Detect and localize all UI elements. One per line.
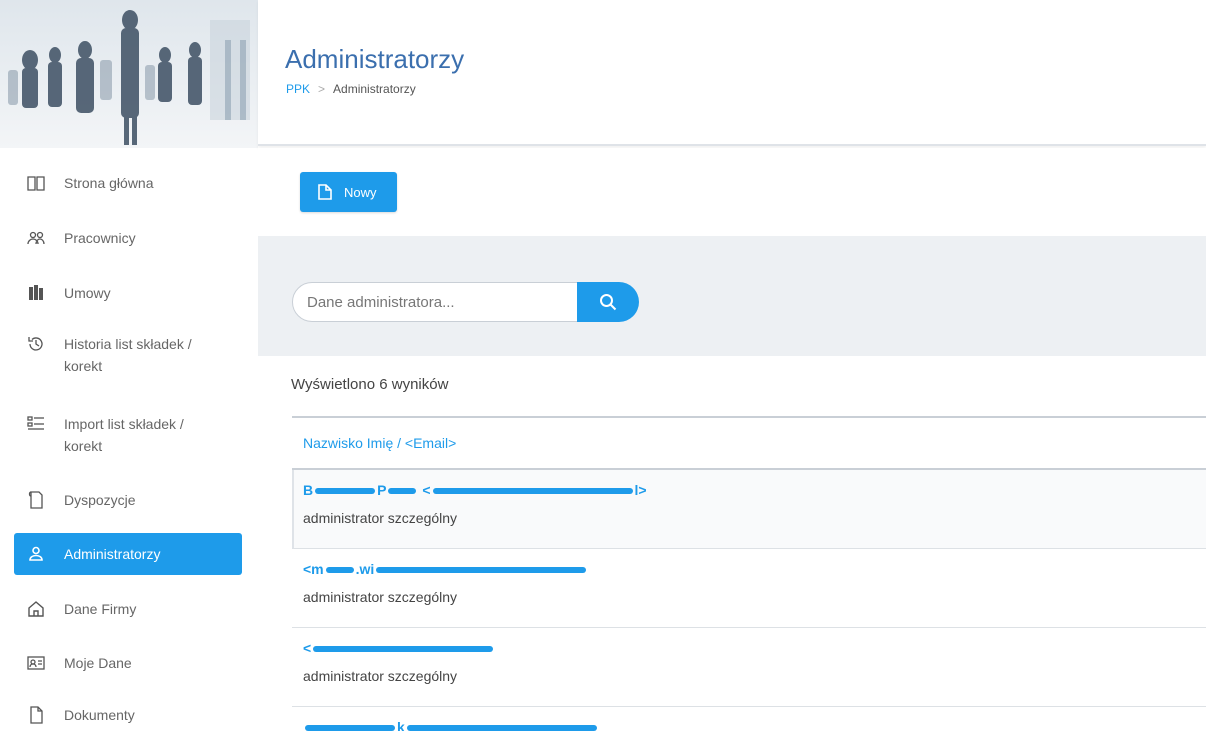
row-title-redacted[interactable]: k xyxy=(303,719,1206,731)
redacted-text xyxy=(313,646,494,653)
sidebar-item-home[interactable]: Strona główna xyxy=(14,172,242,194)
sidebar-item-label: Administratorzy xyxy=(64,546,161,562)
sidebar-item-employees[interactable]: Pracownicy xyxy=(14,227,242,249)
user-icon xyxy=(26,543,48,565)
search-input[interactable] xyxy=(292,282,578,322)
sidebar-item-documents[interactable]: Dokumenty xyxy=(14,704,242,726)
sidebar-item-dispositions[interactable]: Dyspozycje xyxy=(14,489,242,511)
results-count: Wyświetlono 6 wyników xyxy=(291,376,449,393)
search-button[interactable] xyxy=(577,282,639,322)
import-list-icon xyxy=(26,413,48,435)
banner-image xyxy=(0,0,258,148)
redacted-text xyxy=(376,567,587,574)
redacted-text xyxy=(305,725,395,731)
sidebar-item-contracts[interactable]: Umowy xyxy=(14,282,242,304)
column-header-name-email[interactable]: Nazwisko Imię / <Email> xyxy=(292,416,1206,470)
table-row[interactable]: <m .wi administrator szczególny xyxy=(292,549,1206,628)
sidebar-item-label: Pracownicy xyxy=(64,230,136,246)
main-content: Administratorzy PPK > Administratorzy Nowy… xyxy=(258,0,1206,731)
sidebar-item-my-data[interactable]: Moje Dane xyxy=(14,652,242,674)
redacted-text xyxy=(325,567,354,574)
breadcrumb-current: Administratorzy xyxy=(333,82,416,96)
file-icon xyxy=(26,704,48,726)
row-title-redacted[interactable]: <m .wi xyxy=(303,561,1206,581)
book-icon xyxy=(26,172,48,194)
row-role: administrator szczególny xyxy=(303,668,458,684)
redacted-text xyxy=(388,488,417,495)
id-card-icon xyxy=(26,652,48,674)
row-role: administrator szczególny xyxy=(303,510,458,526)
redacted-text xyxy=(406,725,597,731)
new-button[interactable]: Nowy xyxy=(300,172,397,212)
home-icon xyxy=(26,598,48,620)
sidebar-item-company-data[interactable]: Dane Firmy xyxy=(14,598,242,620)
history-icon xyxy=(26,333,48,355)
sidebar-item-label: Strona główna xyxy=(64,175,154,191)
toolbar: Nowy xyxy=(258,148,1206,236)
sidebar-item-administrators[interactable]: Administratorzy xyxy=(14,533,242,575)
search-icon xyxy=(600,294,617,311)
results-table: Nazwisko Imię / <Email> BP < l> administr… xyxy=(292,416,1206,731)
redacted-text xyxy=(315,488,376,495)
page-header: Administratorzy PPK > Administratorzy xyxy=(258,0,1206,146)
sidebar-item-label: Dokumenty xyxy=(64,707,135,723)
row-title-redacted[interactable]: BP < l> xyxy=(303,482,1206,502)
table-row[interactable]: BP < l> administrator szczególny xyxy=(292,470,1206,549)
sidebar-item-history[interactable]: Historia list składek / korekt xyxy=(14,333,242,377)
sidebar-item-label: Moje Dane xyxy=(64,655,132,671)
dispositions-icon xyxy=(26,489,48,511)
users-icon xyxy=(26,227,48,249)
sidebar-item-label: Historia list składek / korekt xyxy=(64,336,192,374)
table-row[interactable]: < administrator szczególny xyxy=(292,628,1206,707)
table-row[interactable]: k xyxy=(292,707,1206,731)
new-document-icon xyxy=(318,184,332,200)
sidebar-item-label: Dyspozycje xyxy=(64,492,136,508)
breadcrumb-separator: > xyxy=(318,82,326,96)
row-role: administrator szczególny xyxy=(303,589,458,605)
search-panel xyxy=(258,236,1206,356)
breadcrumb-root-link[interactable]: PPK xyxy=(286,82,310,96)
page-title: Administratorzy xyxy=(285,44,465,74)
sidebar-item-label: Umowy xyxy=(64,285,111,301)
sidebar: Strona główna Pracownicy Umowy Historia … xyxy=(0,0,258,731)
documents-icon xyxy=(26,282,48,304)
row-title-redacted[interactable]: < xyxy=(303,640,1206,660)
sidebar-item-label: Import list składek / korekt xyxy=(64,416,184,454)
new-button-label: Nowy xyxy=(344,184,377,200)
sidebar-item-import[interactable]: Import list składek / korekt xyxy=(14,413,242,457)
redacted-text xyxy=(432,488,633,495)
breadcrumb: PPK > Administratorzy xyxy=(286,82,416,96)
sidebar-item-label: Dane Firmy xyxy=(64,601,137,617)
